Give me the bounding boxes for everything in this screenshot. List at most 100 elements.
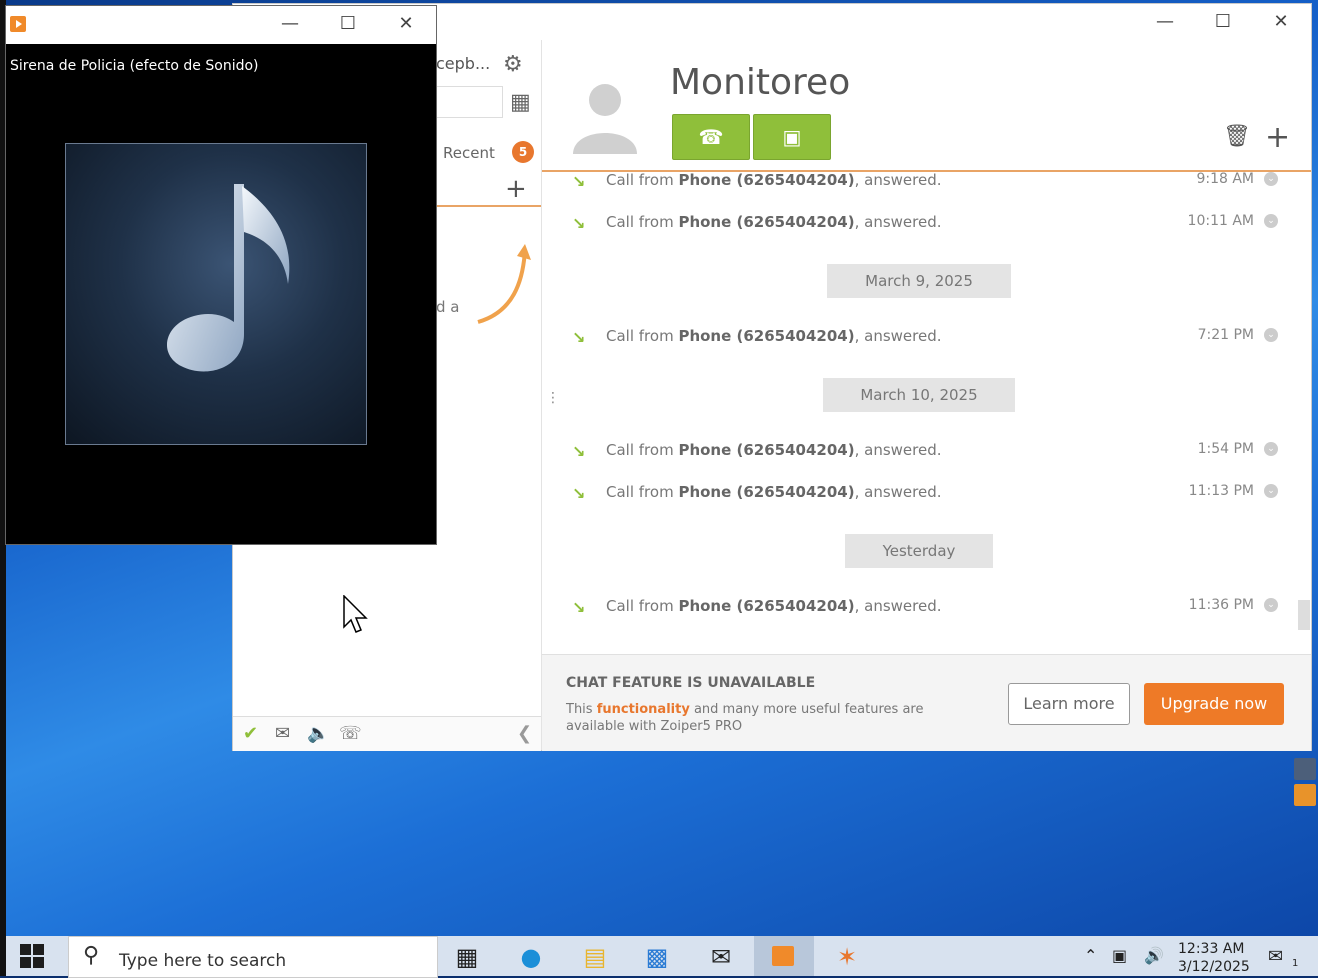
album-art — [65, 143, 367, 445]
speaker-icon[interactable]: 🔈 — [307, 723, 329, 744]
store-icon[interactable]: ▩ — [640, 942, 674, 972]
chevron-down-icon[interactable]: ⌄ — [1264, 598, 1278, 612]
call-status: , answered. — [854, 213, 942, 231]
call-prefix: Call from — [606, 213, 679, 231]
monitor-gadget-icon[interactable] — [1294, 784, 1316, 806]
player-maximize-button[interactable]: ☐ — [328, 12, 368, 36]
call-time: 10:11 AM — [1187, 213, 1254, 229]
volume-icon[interactable]: 🔊 — [1144, 946, 1164, 965]
chat-unavailable-description: This functionality and many more useful … — [566, 701, 926, 735]
mail-icon[interactable]: ✉ — [704, 942, 738, 972]
desktop-gadgets — [1294, 758, 1318, 810]
sidebar-hint-text: d a — [436, 298, 460, 316]
task-view-icon[interactable]: ▦ — [450, 942, 484, 972]
media-player-window: — ☐ ✕ Sirena de Policia (efecto de Sonid… — [6, 6, 436, 544]
add-contact-button[interactable]: + — [505, 174, 527, 204]
learn-more-button[interactable]: Learn more — [1008, 683, 1130, 725]
player-minimize-button[interactable]: — — [270, 12, 310, 36]
taskbar-search-box[interactable]: ⚲ Type here to search — [68, 936, 438, 978]
player-close-button[interactable]: ✕ — [386, 12, 426, 36]
collapse-sidebar-icon[interactable]: ❮ — [517, 723, 532, 744]
gear-gadget-icon[interactable] — [1294, 758, 1316, 780]
call-prefix: Call from — [606, 597, 679, 615]
incoming-call-arrow-icon: ↘ — [572, 328, 586, 347]
close-button[interactable]: ✕ — [1261, 10, 1301, 34]
call-time: 7:21 PM — [1197, 327, 1254, 343]
contact-avatar — [573, 84, 637, 154]
call-prefix: Call from — [606, 483, 679, 501]
music-note-icon — [166, 184, 290, 372]
history-scrollbar[interactable] — [1298, 600, 1310, 630]
notifications-icon[interactable]: ✉ — [1268, 946, 1283, 967]
account-name[interactable]: cepb... — [436, 54, 490, 73]
chat-unavailable-panel: CHAT FEATURE IS UNAVAILABLE This functio… — [542, 654, 1311, 751]
desc-text: This — [566, 702, 597, 717]
video-call-button[interactable]: ▣ — [753, 114, 831, 160]
call-description: Call from Phone (6265404204), answered. — [606, 441, 942, 459]
call-description: Call from Phone (6265404204), answered. — [606, 172, 942, 189]
contact-search-input[interactable] — [436, 86, 503, 118]
tab-underline — [436, 205, 541, 207]
call-time: 11:36 PM — [1188, 597, 1254, 613]
contact-name: Monitoreo — [670, 62, 851, 103]
dialpad-grid-icon[interactable]: ▦ — [510, 90, 531, 115]
clock-time: 12:33 AM — [1178, 941, 1245, 957]
caller-name: Phone (6265404204) — [678, 597, 855, 615]
resize-handle-icon[interactable]: ⋮ — [546, 390, 560, 406]
history-row[interactable]: ↘ Call from Phone (6265404204), answered.… — [542, 210, 1302, 240]
file-explorer-icon[interactable]: ▤ — [578, 942, 612, 972]
chevron-down-icon[interactable]: ⌄ — [1264, 442, 1278, 456]
search-icon: ⚲ — [83, 943, 100, 968]
swoosh-arrow-icon — [477, 244, 531, 324]
caller-name: Phone (6265404204) — [678, 327, 855, 345]
caller-name: Phone (6265404204) — [678, 483, 855, 501]
notification-count: 1 — [1292, 958, 1299, 969]
functionality-link[interactable]: functionality — [597, 702, 690, 717]
network-icon[interactable]: ▣ — [1112, 946, 1127, 965]
upgrade-now-button[interactable]: Upgrade now — [1144, 683, 1284, 725]
status-online-icon[interactable]: ✔ — [243, 723, 258, 744]
tray-chevron-icon[interactable]: ⌃ — [1084, 946, 1097, 965]
incoming-call-arrow-icon: ↘ — [572, 442, 586, 461]
gear-icon[interactable]: ⚙ — [503, 52, 523, 77]
recent-badge: 5 — [512, 141, 534, 163]
chevron-down-icon[interactable]: ⌄ — [1264, 214, 1278, 228]
incoming-call-arrow-icon: ↘ — [572, 214, 586, 233]
history-row[interactable]: ↘ Call from Phone (6265404204), answered.… — [542, 324, 1302, 354]
incoming-call-arrow-icon: ↘ — [572, 172, 586, 191]
edge-browser-icon[interactable]: ● — [514, 942, 548, 972]
maximize-button[interactable]: ☐ — [1203, 10, 1243, 34]
clock-date: 3/12/2025 — [1178, 959, 1250, 975]
date-separator: March 10, 2025 — [823, 378, 1015, 412]
call-description: Call from Phone (6265404204), answered. — [606, 597, 942, 615]
chat-unavailable-title: CHAT FEATURE IS UNAVAILABLE — [566, 675, 816, 691]
history-row[interactable]: ↘ Call from Phone (6265404204), answered.… — [542, 594, 1302, 624]
phone-settings-icon[interactable]: ☏ — [339, 723, 362, 744]
call-description: Call from Phone (6265404204), answered. — [606, 327, 942, 345]
call-description: Call from Phone (6265404204), answered. — [606, 483, 942, 501]
history-row[interactable]: ↘ Call from Phone (6265404204), answered.… — [542, 172, 1302, 198]
call-status: , answered. — [854, 483, 942, 501]
trash-icon[interactable]: 🗑 — [1223, 124, 1251, 149]
chevron-down-icon[interactable]: ⌄ — [1264, 328, 1278, 342]
caller-name: Phone (6265404204) — [678, 213, 855, 231]
taskbar-clock[interactable]: 12:33 AM 3/12/2025 — [1178, 940, 1250, 976]
sidebar-status-bar: ✔ ✉ 🔈 ☏ ❮ — [233, 716, 541, 751]
voice-call-button[interactable]: ☎ — [672, 114, 750, 160]
zoiper-taskbar-icon[interactable]: ✶ — [830, 942, 864, 972]
windows-start-button[interactable] — [20, 944, 44, 968]
call-status: , answered. — [854, 327, 942, 345]
caller-name: Phone (6265404204) — [678, 172, 855, 189]
media-player-taskbar-button[interactable] — [754, 936, 814, 976]
date-separator: March 9, 2025 — [827, 264, 1011, 298]
add-button[interactable]: + — [1265, 120, 1290, 155]
envelope-icon[interactable]: ✉ — [275, 723, 290, 744]
history-row[interactable]: ↘ Call from Phone (6265404204), answered.… — [542, 438, 1302, 468]
minimize-button[interactable]: — — [1145, 10, 1185, 34]
chevron-down-icon[interactable]: ⌄ — [1264, 172, 1278, 186]
tab-recent[interactable]: Recent — [443, 144, 495, 162]
chevron-down-icon[interactable]: ⌄ — [1264, 484, 1278, 498]
history-row[interactable]: ↘ Call from Phone (6265404204), answered.… — [542, 480, 1302, 510]
player-titlebar: — ☐ ✕ — [6, 6, 436, 44]
call-time: 9:18 AM — [1196, 172, 1254, 187]
